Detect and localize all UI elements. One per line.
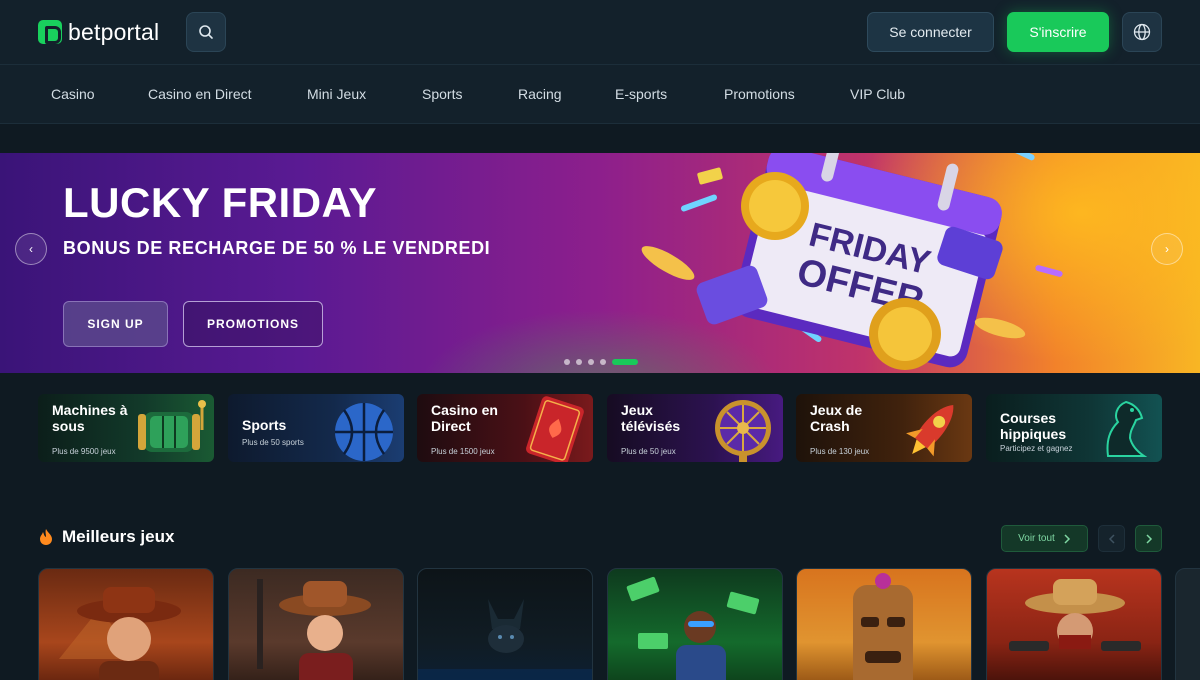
category-subtitle: Plus de 1500 jeux — [431, 447, 495, 456]
category-crash-games[interactable]: Jeux de Crash Plus de 130 jeux — [796, 394, 972, 462]
category-slots[interactable]: Machines à sous Plus de 9500 jeux — [38, 394, 214, 462]
chevron-right-icon — [1145, 533, 1152, 544]
category-title: Jeux de Crash — [810, 402, 863, 434]
game-tile[interactable] — [796, 568, 972, 680]
hero-dot[interactable] — [600, 359, 606, 365]
nav-item-mini-games[interactable]: Mini Jeux — [307, 65, 366, 123]
category-title: Machines à sous — [52, 402, 128, 434]
brand-name: betportal — [68, 18, 160, 45]
nav-item-sports[interactable]: Sports — [422, 65, 462, 123]
slot-reel-icon — [138, 400, 206, 452]
hero-next-button[interactable]: › — [1151, 233, 1183, 265]
games-prev-button[interactable] — [1098, 525, 1125, 552]
hero-dot-active[interactable] — [612, 359, 638, 365]
cowgirl-game-art — [257, 579, 371, 680]
category-title: Jeux télévisés — [621, 402, 681, 434]
hero-banner[interactable]: FRIDAY OFFER LUCKY FRIDAY BONUS DE RECHA… — [0, 153, 1200, 373]
category-title: Sports — [242, 417, 287, 433]
signup-button[interactable]: S'inscrire — [1007, 12, 1109, 52]
nav-item-vip-club[interactable]: VIP Club — [850, 65, 905, 123]
best-games-header: Meilleurs jeux — [38, 527, 174, 547]
money-rapper-game-art — [626, 576, 760, 680]
see-all-button[interactable]: Voir tout — [1001, 525, 1088, 552]
category-horse-racing[interactable]: Courses hippiques Participez et gagnez — [986, 394, 1162, 462]
hero-signup-button[interactable]: SIGN UP — [63, 301, 168, 347]
tiki-game-art — [853, 573, 913, 680]
chevron-right-icon: › — [1165, 242, 1169, 256]
brand-logo-icon — [38, 20, 62, 44]
nav-item-promotions[interactable]: Promotions — [724, 65, 795, 123]
games-next-button[interactable] — [1135, 525, 1162, 552]
basketball-icon — [335, 403, 393, 461]
category-title: Courses hippiques — [1000, 410, 1067, 442]
game-tile[interactable] — [417, 568, 593, 680]
category-subtitle: Plus de 130 jeux — [810, 447, 870, 456]
game-tile[interactable] — [1175, 568, 1200, 680]
chevron-left-icon — [1108, 533, 1115, 544]
nav-item-racing[interactable]: Racing — [518, 65, 562, 123]
friday-offer-calendar-art: FRIDAY OFFER — [641, 153, 1063, 370]
language-button[interactable] — [1122, 12, 1162, 52]
hero-prev-button[interactable]: ‹ — [15, 233, 47, 265]
search-icon — [199, 25, 214, 39]
category-tv-games[interactable]: Jeux télévisés Plus de 50 jeux — [607, 394, 783, 462]
hero-pagination — [564, 359, 638, 365]
hero-promotions-button[interactable]: PROMOTIONS — [183, 301, 323, 347]
category-subtitle: Plus de 50 jeux — [621, 447, 676, 456]
category-subtitle: Plus de 50 sports — [242, 438, 304, 447]
header-actions: Se connecter S'inscrire — [867, 12, 1162, 52]
category-subtitle: Participez et gagnez — [1000, 444, 1073, 453]
chevron-right-icon — [1064, 533, 1070, 544]
hero-dot[interactable] — [588, 359, 594, 365]
see-all-label: Voir tout — [1018, 533, 1055, 544]
nav-item-live-casino[interactable]: Casino en Direct — [148, 65, 252, 123]
category-sports[interactable]: Sports Plus de 50 sports — [228, 394, 404, 462]
game-tile[interactable] — [986, 568, 1162, 680]
category-live-casino[interactable]: Casino en Direct Plus de 1500 jeux — [417, 394, 593, 462]
brand-logo[interactable]: betportal — [38, 19, 159, 46]
best-games-title: Meilleurs jeux — [62, 527, 175, 546]
explorer-game-art — [59, 587, 181, 680]
game-tile[interactable] — [38, 568, 214, 680]
search-button[interactable] — [186, 12, 227, 52]
hero-title: LUCKY FRIDAY — [63, 179, 378, 226]
hero-dot[interactable] — [564, 359, 570, 365]
horse-icon — [1106, 400, 1148, 457]
game-tile[interactable] — [228, 568, 404, 680]
login-button[interactable]: Se connecter — [867, 12, 994, 52]
hero-dot[interactable] — [576, 359, 582, 365]
nav-item-esports[interactable]: E-sports — [615, 65, 667, 123]
game-tile[interactable] — [607, 568, 783, 680]
site-header: betportal Se connecter S'inscrire — [0, 0, 1200, 64]
globe-icon — [1133, 23, 1151, 41]
dark-knight-game-art — [418, 599, 592, 680]
category-subtitle: Plus de 9500 jeux — [52, 447, 116, 456]
prize-wheel-icon — [715, 400, 771, 462]
playing-card-icon — [526, 396, 584, 462]
main-nav: Casino Casino en Direct Mini Jeux Sports… — [0, 64, 1200, 124]
hero-subtitle: BONUS DE RECHARGE DE 50 % LE VENDREDI — [63, 238, 491, 258]
category-title: Casino en Direct — [431, 402, 498, 434]
chevron-left-icon: ‹ — [29, 242, 33, 256]
nav-item-casino[interactable]: Casino — [51, 65, 95, 123]
bandit-game-art — [1009, 579, 1141, 651]
rocket-icon — [906, 405, 954, 457]
flame-icon — [40, 529, 52, 545]
